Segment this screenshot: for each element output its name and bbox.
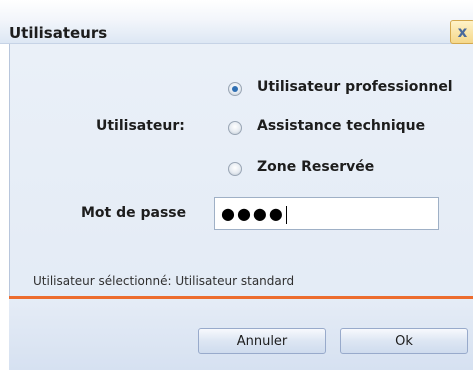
text-caret	[285, 205, 287, 224]
option-label-reserved: Zone Reservée	[257, 159, 375, 175]
users-dialog: Utilisateurs x Utilisateur: Utilisateur …	[0, 0, 473, 370]
user-type-label: Utilisateur:	[96, 118, 185, 134]
ok-button[interactable]: Ok	[340, 328, 468, 354]
cancel-button[interactable]: Annuler	[198, 328, 326, 354]
password-input[interactable]: ●●●●	[214, 197, 439, 230]
option-label-support: Assistance technique	[257, 118, 426, 134]
close-icon: x	[457, 23, 468, 41]
password-label: Mot de passe	[81, 205, 187, 221]
status-text: Utilisateur sélectionné: Utilisateur sta…	[33, 274, 295, 288]
radio-professional[interactable]	[228, 82, 242, 96]
radio-support[interactable]	[228, 121, 242, 135]
radio-reserved[interactable]	[228, 162, 242, 176]
close-button[interactable]: x	[450, 20, 473, 44]
option-label-professional: Utilisateur professionnel	[257, 79, 453, 95]
window-title: Utilisateurs	[9, 24, 108, 42]
title-bar: Utilisateurs x	[0, 0, 473, 44]
password-mask: ●●●●	[221, 204, 285, 223]
